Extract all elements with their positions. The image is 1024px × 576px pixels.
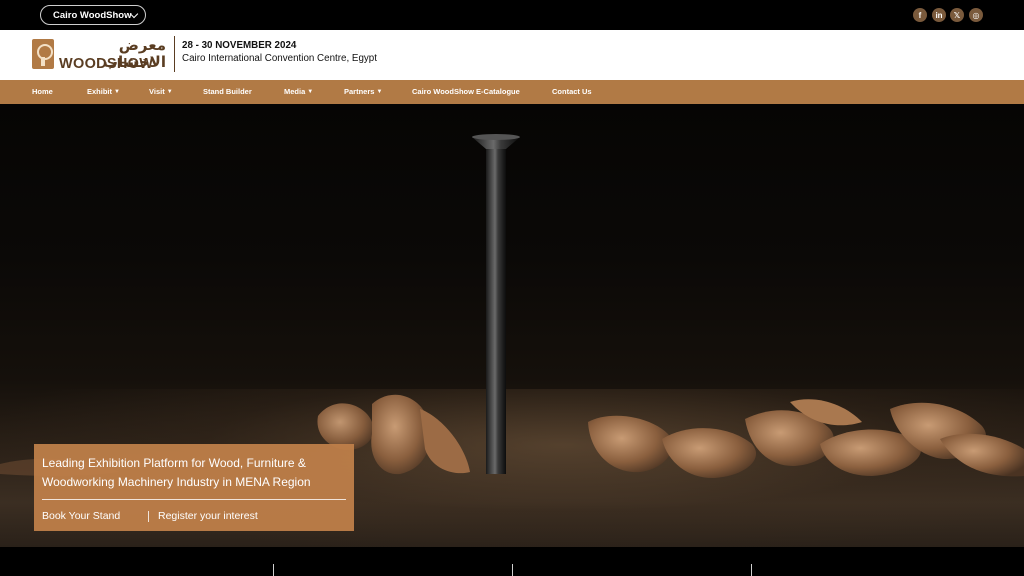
nav-item-partners[interactable]: Partners ▼	[344, 80, 382, 104]
hero-headline: Leading Exhibition Platform for Wood, Fu…	[42, 456, 311, 489]
caret-down-icon: ▼	[166, 89, 173, 95]
event-venue: Cairo International Convention Centre, E…	[182, 53, 377, 64]
nav-item-home[interactable]: Home	[32, 80, 53, 104]
tree-logo-icon	[32, 39, 54, 69]
strip-divider	[273, 564, 274, 576]
top-bar: Cairo WoodShow f in 𝕏 ◎	[0, 0, 1024, 30]
hero-promo-box: Leading Exhibition Platform for Wood, Fu…	[34, 444, 354, 531]
nav-item-e-catalogue[interactable]: Cairo WoodShow E-Catalogue	[412, 80, 520, 104]
strip-divider	[512, 564, 513, 576]
x-icon[interactable]: 𝕏	[950, 8, 964, 22]
nav-item-label: Media	[284, 87, 306, 96]
nav-item-label: Contact Us	[552, 87, 592, 96]
event-date: 28 - 30 NOVEMBER 2024	[182, 40, 297, 51]
instagram-icon[interactable]: ◎	[969, 8, 983, 22]
header-divider	[174, 36, 175, 72]
nav-item-label: Cairo WoodShow E-Catalogue	[412, 87, 520, 96]
nav-item-label: Exhibit	[87, 87, 113, 96]
nav-item-label: Stand Builder	[203, 87, 252, 96]
nav-item-media[interactable]: Media ▼	[284, 80, 313, 104]
nav-item-contact-us[interactable]: Contact Us	[552, 80, 592, 104]
nav-item-exhibit[interactable]: Exhibit ▼	[87, 80, 120, 104]
nav-item-label: Home	[32, 87, 53, 96]
nav-item-stand-builder[interactable]: Stand Builder	[203, 80, 252, 104]
woodshow-logo[interactable]: معرض الاخشاب WOODSHOW	[32, 36, 168, 74]
caret-down-icon: ▼	[114, 89, 120, 95]
linkedin-icon[interactable]: in	[932, 8, 946, 22]
promo-divider	[42, 499, 346, 500]
nav-item-label: Partners	[344, 87, 375, 96]
register-interest-link[interactable]: Register your interest	[158, 510, 258, 522]
bottom-strip	[0, 547, 1024, 576]
nav-item-visit[interactable]: Visit ▼	[149, 80, 173, 104]
site-header: معرض الاخشاب WOODSHOW 28 - 30 NOVEMBER 2…	[0, 30, 1024, 80]
caret-down-icon: ▼	[307, 89, 314, 95]
book-your-stand-link[interactable]: Book Your Stand	[42, 510, 120, 522]
facebook-icon[interactable]: f	[913, 8, 927, 22]
main-nav: Home Exhibit ▼ Visit ▼ Stand Builder Media…	[0, 80, 1024, 104]
site-selector-label: Cairo WoodShow	[53, 9, 132, 21]
strip-divider	[751, 564, 752, 576]
site-selector-dropdown[interactable]: Cairo WoodShow	[40, 5, 146, 25]
logo-wordmark: WOODSHOW	[59, 56, 154, 72]
nav-item-label: Visit	[149, 87, 165, 96]
caret-down-icon: ▼	[376, 89, 383, 95]
promo-link-separator	[148, 511, 149, 522]
